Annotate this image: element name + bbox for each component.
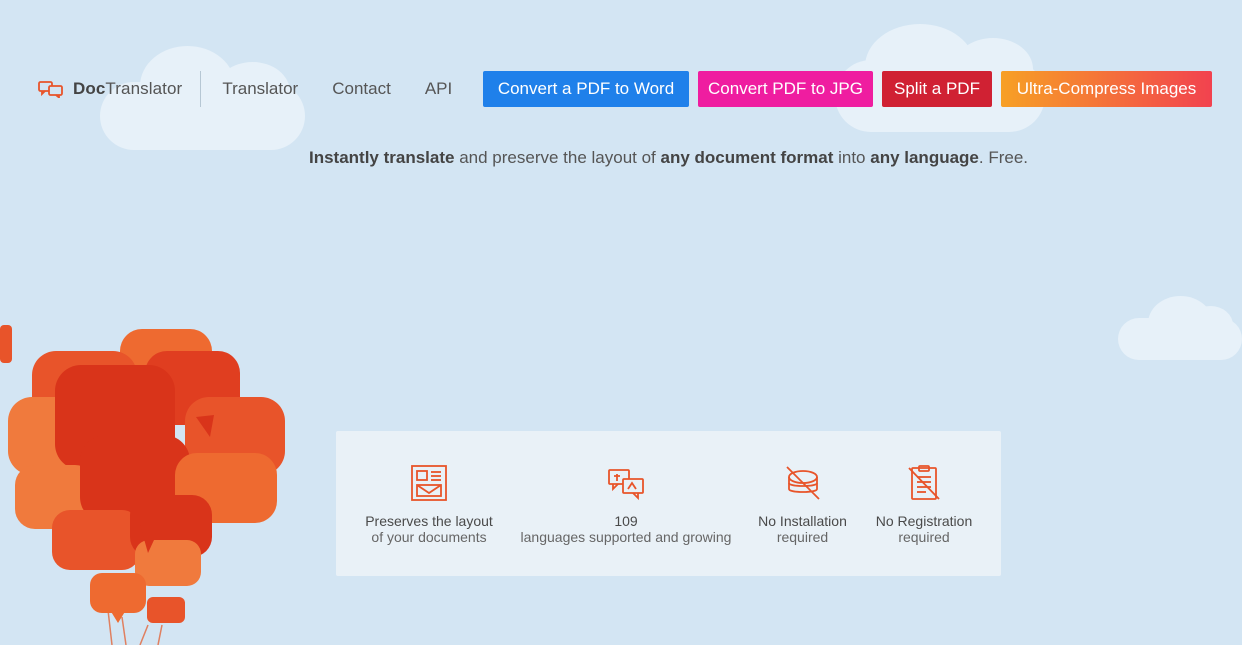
feature-no-installation: No Installation required <box>749 463 856 545</box>
ultra-compress-images-button[interactable]: Ultra-Compress Images <box>1001 71 1212 107</box>
nav-link-translator[interactable]: Translator <box>222 79 298 99</box>
document-layout-icon <box>411 465 447 501</box>
speech-bubble-balloon-illustration <box>0 325 285 645</box>
feature-languages: 109 languages supported and growing <box>511 463 741 545</box>
no-install-icon <box>785 466 820 500</box>
tagline: Instantly translate and preserve the lay… <box>308 148 1028 167</box>
feature-title: No Registration <box>875 513 973 529</box>
feature-subtitle: languages supported and growing <box>520 529 732 545</box>
cloud-decoration <box>1118 296 1242 360</box>
split-pdf-button[interactable]: Split a PDF <box>882 71 992 107</box>
feature-subtitle: required <box>898 529 950 545</box>
feature-subtitle: of your documents <box>371 529 487 545</box>
feature-title: No Installation <box>758 513 847 529</box>
feature-no-registration: No Registration required <box>864 463 984 545</box>
brand-logo[interactable]: DocTranslator <box>38 71 202 107</box>
convert-pdf-to-jpg-button[interactable]: Convert PDF to JPG <box>698 71 873 107</box>
nav-link-contact[interactable]: Contact <box>332 79 391 99</box>
feature-preserve-layout: Preserves the layout of your documents <box>354 463 504 545</box>
features-panel: Preserves the layout of your documents 1… <box>336 431 1001 576</box>
feature-subtitle: required <box>776 529 829 545</box>
translate-icon <box>608 469 644 501</box>
convert-pdf-to-word-button[interactable]: Convert a PDF to Word <box>483 71 689 107</box>
top-nav: DocTranslator Translator Contact API <box>38 71 452 107</box>
no-registration-icon <box>908 465 940 500</box>
feature-title: Preserves the layout <box>365 513 493 529</box>
speech-bubbles-icon <box>38 81 63 98</box>
nav-link-api[interactable]: API <box>425 79 452 99</box>
feature-title: 109 <box>614 513 638 529</box>
brand-name: DocTranslator <box>73 79 183 98</box>
